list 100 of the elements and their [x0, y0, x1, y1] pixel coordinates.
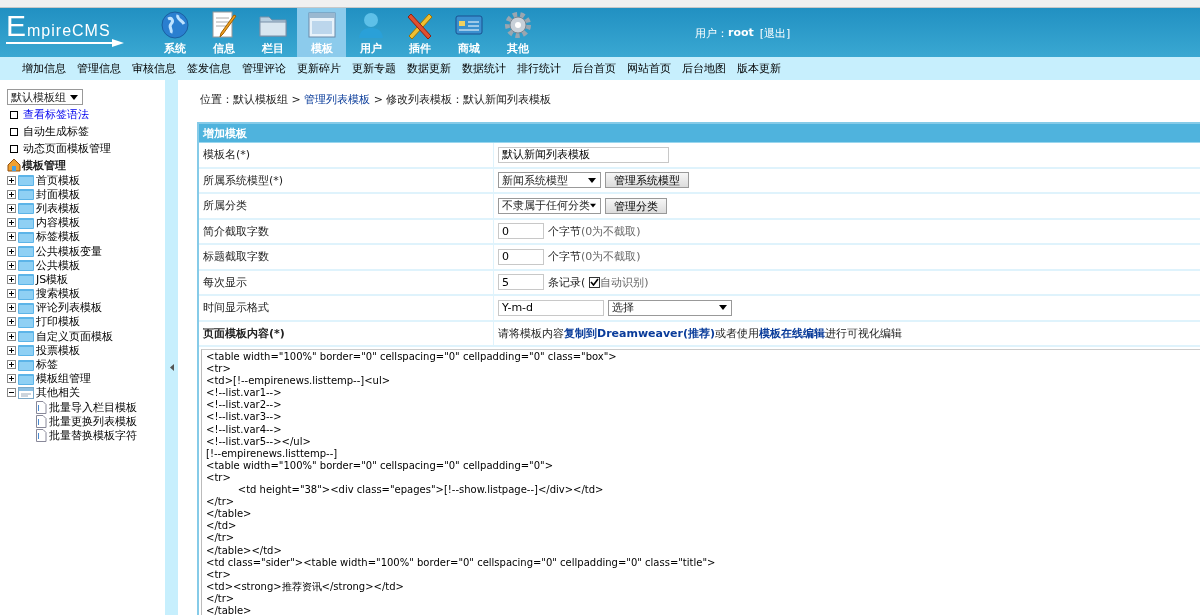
tree-item[interactable]: JS模板 [36, 271, 69, 287]
folder-icon [18, 259, 34, 272]
tree-item[interactable]: 封面模板 [36, 186, 80, 202]
hint-text: (0为不截取) [581, 249, 641, 265]
input-field[interactable]: Y-m-d [498, 299, 604, 316]
input-field[interactable]: 5 [498, 274, 544, 291]
expand-icon[interactable] [7, 345, 16, 355]
submenu-link[interactable]: 管理评论 [242, 61, 286, 76]
submenu-link[interactable]: 管理信息 [77, 61, 121, 76]
submenu-link[interactable]: 排行统计 [517, 61, 561, 76]
tree-item[interactable]: 搜索模板 [36, 286, 80, 302]
field-text: 或者使用 [715, 325, 760, 341]
folder-icon [18, 273, 34, 286]
tree-item[interactable]: 公共模板 [36, 257, 80, 273]
folder-icon [18, 315, 34, 328]
field-text: 条记录( [548, 274, 586, 290]
submenu-link[interactable]: 审核信息 [132, 61, 176, 76]
inline-link[interactable]: 模板在线编辑 [759, 325, 826, 341]
user-label: 用户： [695, 26, 728, 41]
expand-icon[interactable] [7, 189, 16, 199]
submenu-link[interactable]: 网站首页 [627, 61, 671, 76]
submenu-link[interactable]: 数据统计 [462, 61, 506, 76]
collapse-icon[interactable] [7, 388, 16, 398]
expand-icon[interactable] [7, 289, 16, 299]
field-label: 所属分类 [199, 194, 494, 218]
submenu-link[interactable]: 版本更新 [737, 61, 781, 76]
tree-item[interactable]: 其他相关 [36, 385, 80, 401]
field-label: 所属系统模型(*) [199, 168, 494, 192]
tree-item[interactable]: 列表模板 [36, 200, 80, 216]
expand-icon[interactable] [7, 274, 16, 284]
expand-icon[interactable] [7, 175, 16, 185]
submenu-link[interactable]: 后台地图 [682, 61, 726, 76]
submenu-link[interactable]: 后台首页 [572, 61, 616, 76]
field-label: 时间显示格式 [199, 296, 494, 320]
submenu-link[interactable]: 更新碎片 [297, 61, 341, 76]
logo-arrow-icon [6, 38, 126, 48]
tree-item[interactable]: 自定义页面模板 [36, 328, 113, 344]
select-dropdown[interactable]: 不隶属于任何分类 [498, 197, 601, 214]
tree-item[interactable]: 评论列表模板 [36, 300, 102, 316]
sidebar-link[interactable]: 动态页面模板管理 [23, 141, 111, 156]
input-field[interactable]: 0 [498, 248, 544, 265]
breadcrumb-link[interactable]: 管理列表模板 [304, 91, 371, 107]
field-text: 个字节 [548, 249, 581, 265]
tree-item[interactable]: 模板组管理 [36, 371, 91, 387]
house-icon [7, 158, 21, 172]
tree-item[interactable]: 标签模板 [36, 229, 80, 245]
expand-icon[interactable] [7, 246, 16, 256]
template-group-select[interactable]: 默认模板组 [7, 89, 83, 105]
checkbox[interactable] [589, 276, 601, 288]
expand-icon[interactable] [7, 232, 16, 242]
collapse-arrow-icon[interactable] [169, 364, 174, 371]
tree-item[interactable]: 内容模板 [36, 215, 80, 231]
folder-icon [18, 245, 34, 258]
breadcrumb-text: 位置：默认模板组 > [200, 91, 302, 107]
folder-icon [18, 216, 34, 229]
tree-item[interactable]: 批量导入栏目模板 [49, 399, 137, 415]
user-name: root [728, 26, 754, 41]
square-bullet-icon [10, 144, 18, 153]
select-dropdown[interactable]: 新闻系统模型 [498, 172, 601, 189]
gear-icon [502, 9, 533, 40]
field-label: 简介截取字数 [199, 219, 494, 243]
field-text: 请将模板内容 [498, 325, 564, 341]
globe-icon [159, 9, 190, 40]
folder-icon [18, 174, 34, 187]
action-button[interactable]: 管理系统模型 [605, 172, 689, 189]
expand-icon[interactable] [7, 374, 16, 384]
field-label: 标题截取字数 [199, 245, 494, 269]
tree-item[interactable]: 批量替换模板字符 [49, 427, 137, 443]
tree-root-label[interactable]: 模板管理 [22, 157, 66, 173]
folder-icon [18, 372, 34, 385]
expand-icon[interactable] [7, 218, 16, 228]
tree-item[interactable]: 打印模板 [36, 314, 80, 330]
submenu-link[interactable]: 数据更新 [407, 61, 451, 76]
select-dropdown[interactable]: 选择 [608, 299, 732, 316]
tree-item[interactable]: 投票模板 [36, 342, 80, 358]
dropdown-caret-icon [70, 94, 78, 100]
template-code-editor[interactable]: <table width="100%" border="0" cellspacing="0" cellpadding="0" class="box"> <tr> <td>[!--empirenews.listtemp--]<ul> <!--list.var1--> <!--list.var2--> <!--list.var3--> <!--list.var4--> <!--list.var5--></ul> [!--empirenews.listtemp--] <table width="100%" border="0" cellspacing="0" cellpadding="0"> <tr> <td height="38"><div class="epages">[!--show.listpage--]</div></td> </tr> </table> </td> </tr> </table></td> <td class="sider"><table width="100%" border="0" cellspacing="0" cellpadding="0" class="title"> <tr> <td><strong>推荐资讯</strong></td> </tr> </table> [201, 349, 1200, 615]
submenu-link[interactable]: 更新专题 [352, 61, 396, 76]
action-button[interactable]: 管理分类 [605, 197, 667, 214]
tree-item[interactable]: 公共模板变量 [36, 243, 102, 259]
sidebar-link[interactable]: 自动生成标签 [23, 124, 89, 139]
tree-item[interactable]: 标签 [36, 357, 58, 373]
expand-icon[interactable] [7, 317, 16, 327]
expand-icon[interactable] [7, 360, 16, 370]
page-icon [35, 428, 47, 442]
field-label: 每次显示 [199, 270, 494, 294]
expand-icon[interactable] [7, 303, 16, 313]
input-field[interactable]: 默认新闻列表模板 [498, 146, 669, 163]
submenu-link[interactable]: 增加信息 [22, 61, 66, 76]
dropdown-caret-icon [590, 203, 596, 209]
tree-item[interactable]: 批量更换列表模板 [49, 413, 137, 429]
submenu-link[interactable]: 签发信息 [187, 61, 231, 76]
expand-icon[interactable] [7, 260, 16, 270]
expand-icon[interactable] [7, 203, 16, 213]
inline-link[interactable]: 复制到Dreamweaver(推荐) [564, 325, 716, 341]
input-field[interactable]: 0 [498, 223, 544, 240]
field-label: 模板名(*) [199, 143, 494, 167]
expand-icon[interactable] [7, 331, 16, 341]
sidebar-link[interactable]: 查看标签语法 [23, 107, 89, 122]
tree-item[interactable]: 首页模板 [36, 172, 80, 188]
